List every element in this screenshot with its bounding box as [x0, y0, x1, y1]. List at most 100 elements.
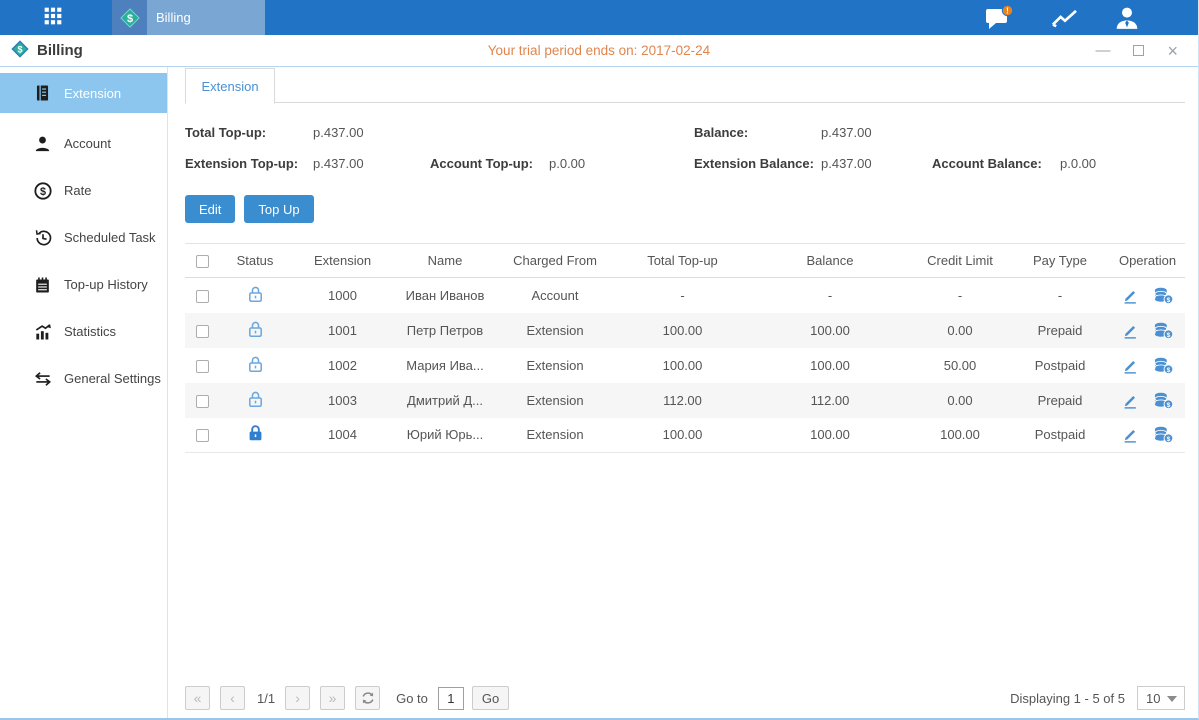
- row-checkbox[interactable]: [196, 360, 209, 373]
- prev-page-button[interactable]: ‹: [220, 686, 245, 710]
- col-header-credit-limit: Credit Limit: [910, 244, 1010, 278]
- goto-label: Go to: [396, 691, 428, 706]
- top-up-extension-icon[interactable]: $: [1153, 286, 1174, 305]
- last-page-button[interactable]: »: [320, 686, 345, 710]
- window-controls: — ×: [1095, 42, 1198, 60]
- extension-topup-label: Extension Top-up:: [185, 156, 313, 171]
- table-row[interactable]: 1004 Юрий Юрь... Extension 100.00 100.00…: [185, 418, 1185, 453]
- extension-balance-label: Extension Balance:: [694, 156, 821, 171]
- grid-icon: [43, 6, 63, 29]
- user-icon[interactable]: [1114, 6, 1140, 30]
- row-checkbox[interactable]: [196, 395, 209, 408]
- account-topup-label: Account Top-up:: [430, 156, 549, 171]
- table-row[interactable]: 1000 Иван Иванов Account - - - -: [185, 278, 1185, 313]
- page-size-select[interactable]: 10: [1137, 686, 1185, 710]
- chart-icon[interactable]: [1050, 7, 1080, 29]
- close-icon[interactable]: ×: [1167, 42, 1178, 60]
- app-tab-label: Billing: [147, 10, 191, 25]
- edit-extension-icon[interactable]: [1121, 321, 1139, 340]
- cell-credit-limit: 50.00: [910, 348, 1010, 383]
- goto-page-input[interactable]: [438, 687, 464, 710]
- table-row[interactable]: 1003 Дмитрий Д... Extension 112.00 112.0…: [185, 383, 1185, 418]
- cell-pay-type: Prepaid: [1010, 383, 1110, 418]
- cell-extension: 1004: [290, 418, 395, 453]
- cell-name: Петр Петров: [395, 313, 495, 348]
- top-up-extension-icon[interactable]: $: [1153, 321, 1174, 340]
- row-checkbox[interactable]: [196, 429, 209, 442]
- sidebar-item-label: General Settings: [64, 371, 161, 386]
- svg-text:$: $: [1167, 436, 1171, 443]
- displaying-count: Displaying 1 - 5 of 5: [1010, 691, 1125, 706]
- sidebar: Extension Account $ Rate: [0, 67, 168, 718]
- top-up-extension-icon[interactable]: $: [1153, 425, 1174, 444]
- rate-icon: $: [32, 181, 53, 201]
- locked-icon: [246, 423, 265, 443]
- minimize-icon[interactable]: —: [1095, 43, 1110, 58]
- next-page-button[interactable]: ›: [285, 686, 310, 710]
- topbar-actions: !: [984, 5, 1198, 31]
- page-title: Billing: [37, 42, 83, 59]
- col-header-pay-type: Pay Type: [1010, 244, 1110, 278]
- svg-text:$: $: [1167, 332, 1171, 339]
- cell-pay-type: -: [1010, 278, 1110, 313]
- select-all-checkbox[interactable]: [196, 255, 209, 268]
- edit-extension-icon[interactable]: [1121, 286, 1139, 305]
- edit-extension-icon[interactable]: [1121, 391, 1139, 410]
- col-header-total-topup: Total Top-up: [615, 244, 750, 278]
- cell-charged-from: Extension: [495, 313, 615, 348]
- top-up-extension-icon[interactable]: $: [1153, 391, 1174, 410]
- unlocked-icon: [246, 319, 265, 339]
- maximize-icon[interactable]: [1133, 45, 1144, 56]
- message-icon[interactable]: !: [984, 5, 1016, 31]
- sidebar-item-extension[interactable]: Extension: [0, 73, 167, 113]
- sidebar-item-topup-history[interactable]: Top-up History: [0, 261, 167, 308]
- refresh-button[interactable]: [355, 686, 380, 710]
- sidebar-item-statistics[interactable]: Statistics: [0, 308, 167, 355]
- cell-balance: 112.00: [750, 383, 910, 418]
- edit-extension-icon[interactable]: [1121, 425, 1139, 444]
- scheduled-task-icon: [32, 228, 53, 248]
- app-launcher-button[interactable]: [34, 0, 72, 35]
- row-checkbox[interactable]: [196, 290, 209, 303]
- svg-text:$: $: [126, 13, 132, 25]
- billing-diamond-icon: $: [10, 39, 30, 62]
- window-titlebar: $ Billing Your trial period ends on: 201…: [0, 35, 1198, 67]
- sidebar-item-label: Rate: [64, 183, 91, 198]
- cell-credit-limit: 0.00: [910, 383, 1010, 418]
- cell-extension: 1001: [290, 313, 395, 348]
- sidebar-item-general-settings[interactable]: General Settings: [0, 355, 167, 402]
- table-row[interactable]: 1002 Мария Ива... Extension 100.00 100.0…: [185, 348, 1185, 383]
- col-header-balance: Balance: [750, 244, 910, 278]
- cell-balance: 100.00: [750, 313, 910, 348]
- table-row[interactable]: 1001 Петр Петров Extension 100.00 100.00…: [185, 313, 1185, 348]
- cell-extension: 1000: [290, 278, 395, 313]
- extension-table: Status Extension Name Charged From Total…: [185, 243, 1185, 453]
- row-checkbox[interactable]: [196, 325, 209, 338]
- billing-logo-icon: $: [112, 0, 147, 35]
- page-indicator: 1/1: [257, 691, 275, 706]
- account-icon: [32, 134, 53, 154]
- cell-credit-limit: 100.00: [910, 418, 1010, 453]
- unlocked-icon: [246, 354, 265, 374]
- sidebar-item-label: Account: [64, 136, 111, 151]
- sidebar-item-rate[interactable]: $ Rate: [0, 167, 167, 214]
- edit-extension-icon[interactable]: [1121, 356, 1139, 375]
- sidebar-item-label: Scheduled Task: [64, 230, 156, 245]
- sidebar-item-account[interactable]: Account: [0, 120, 167, 167]
- go-button[interactable]: Go: [472, 686, 509, 710]
- tab-extension[interactable]: Extension: [185, 68, 275, 104]
- cell-name: Мария Ива...: [395, 348, 495, 383]
- general-settings-icon: [32, 369, 53, 389]
- edit-button[interactable]: Edit: [185, 195, 235, 223]
- unlocked-icon: [246, 284, 265, 304]
- tab-billing-app[interactable]: $ Billing: [112, 0, 265, 35]
- extension-icon: [32, 83, 53, 103]
- cell-extension: 1003: [290, 383, 395, 418]
- cell-total-topup: 100.00: [615, 418, 750, 453]
- top-up-extension-icon[interactable]: $: [1153, 356, 1174, 375]
- svg-text:$: $: [1167, 402, 1171, 409]
- top-up-button[interactable]: Top Up: [244, 195, 313, 223]
- first-page-button[interactable]: «: [185, 686, 210, 710]
- sidebar-item-scheduled-task[interactable]: Scheduled Task: [0, 214, 167, 261]
- page-size-value: 10: [1146, 691, 1160, 706]
